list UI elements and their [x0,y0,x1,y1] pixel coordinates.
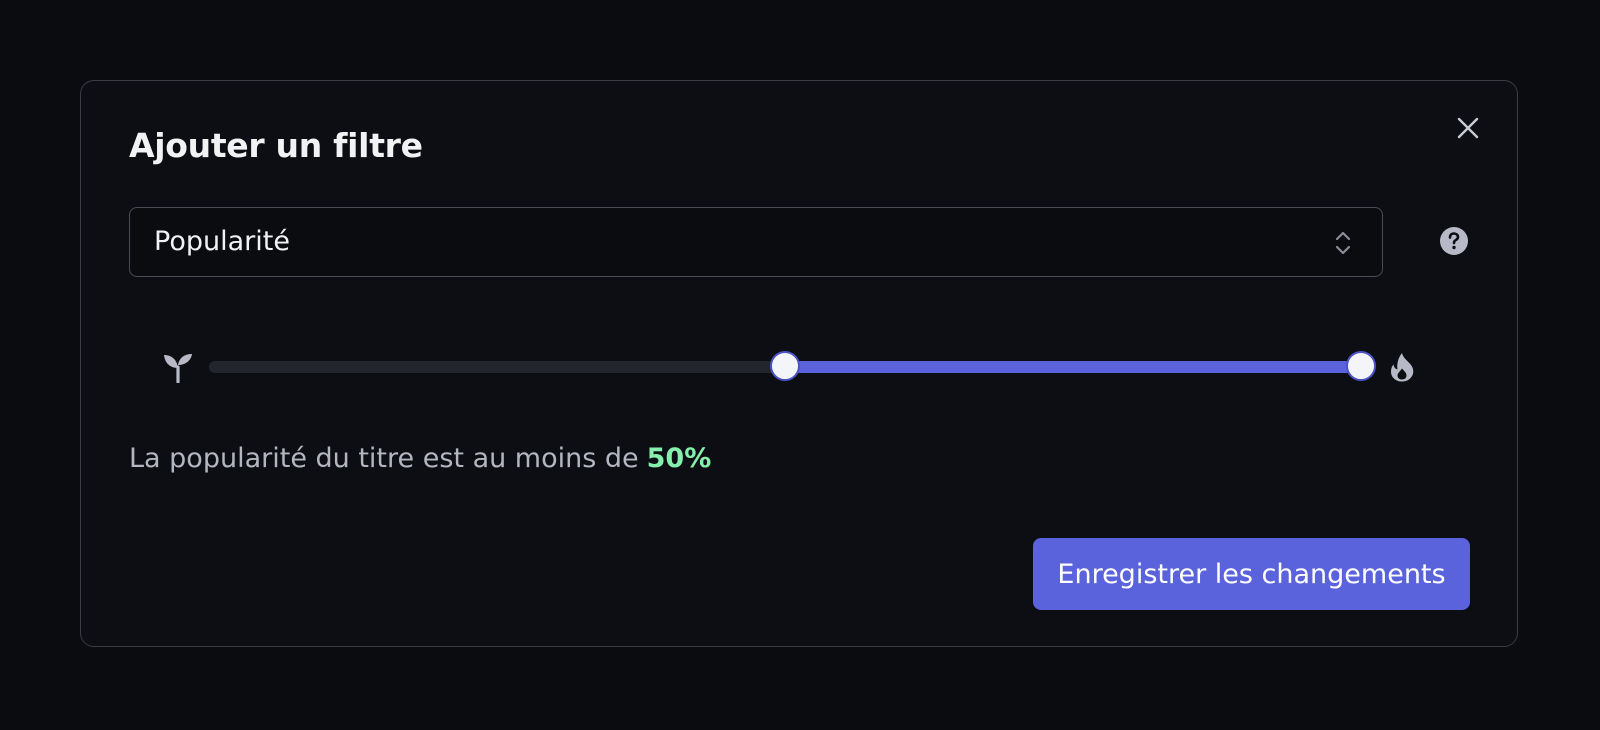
filter-description-text: La popularité du titre est au moins de [129,443,639,474]
slider-selected-range [785,361,1361,373]
sprout-icon [164,354,192,383]
close-icon [1457,117,1479,139]
flame-icon [1390,353,1414,382]
chevron-up-down-icon [1335,231,1351,255]
slider-track[interactable] [209,347,1376,387]
question-circle-icon [1440,227,1468,255]
filter-description: La popularité du titre est au moins de 50… [129,443,711,474]
close-button[interactable] [1457,117,1479,139]
dialog-title: Ajouter un filtre [129,126,423,165]
save-changes-button[interactable]: Enregistrer les changements [1033,538,1470,610]
slider-upper-thumb[interactable] [1346,351,1376,381]
filter-threshold-value: 50% [646,443,712,474]
filter-type-select[interactable]: Popularité [129,207,1383,277]
popularity-range-slider [163,347,1427,387]
help-button[interactable] [1439,226,1469,256]
filter-type-value: Popularité [154,226,290,257]
slider-lower-thumb[interactable] [770,351,800,381]
add-filter-dialog: Ajouter un filtre Popularité La populari… [80,80,1518,647]
